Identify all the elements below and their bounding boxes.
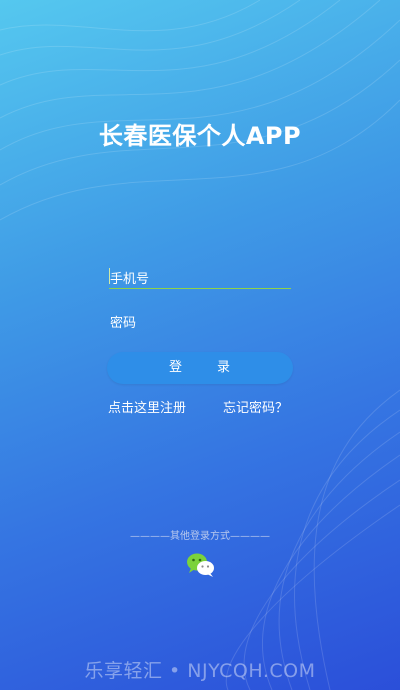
login-screen: 长春医保个人APP 手机号 密码 登录 点击这里注册 忘记密码？ ————其他登… — [0, 0, 400, 690]
phone-field[interactable]: 手机号 — [109, 266, 291, 289]
login-label-char-2: 录 — [217, 360, 232, 375]
other-login-methods-label: ————其他登录方式———— — [130, 531, 270, 542]
forgot-password-link[interactable]: 忘记密码？ — [223, 397, 288, 416]
app-title: 长春医保个人APP — [98, 122, 302, 150]
password-placeholder: 密码 — [110, 316, 137, 331]
background-wave-lines — [0, 0, 400, 690]
password-field[interactable]: 密码 — [109, 310, 291, 332]
wechat-icon[interactable] — [186, 552, 216, 578]
login-button[interactable]: 登录 — [107, 352, 293, 384]
phone-placeholder: 手机号 — [110, 272, 150, 287]
login-label-char-1: 登 — [168, 360, 183, 375]
register-link[interactable]: 点击这里注册 — [108, 397, 186, 416]
watermark-text: 乐享轻汇 • NJYCQH.COM — [84, 660, 316, 682]
